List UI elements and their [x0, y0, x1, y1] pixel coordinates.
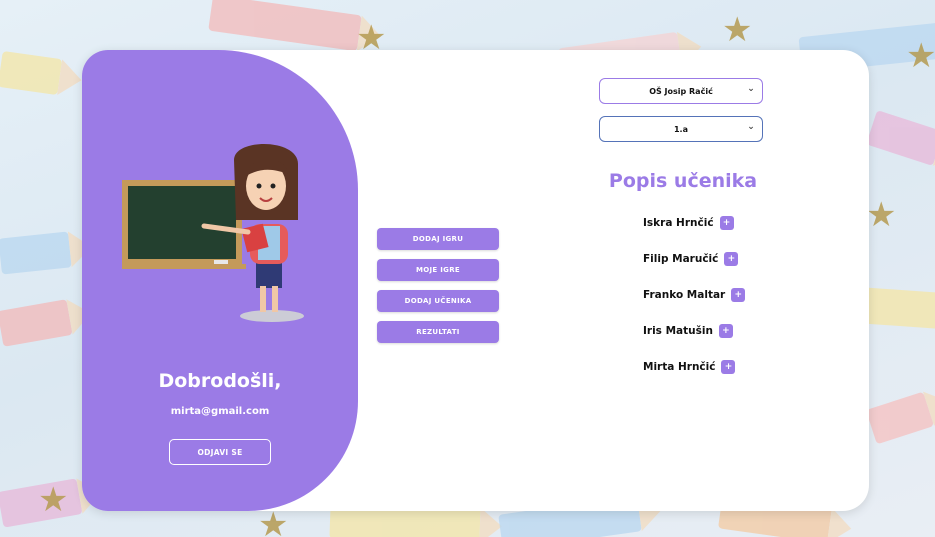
- welcome-heading: Dobrodošli,: [158, 370, 282, 392]
- class-select[interactable]: 1.a ⌄: [599, 116, 763, 142]
- main-card: Dobrodošli, mirta@gmail.com ODJAVI SE DO…: [82, 50, 869, 511]
- star-icon: ★: [906, 36, 935, 76]
- plus-icon: +: [722, 218, 731, 228]
- chevron-down-icon: ⌄: [747, 122, 755, 132]
- results-button[interactable]: REZULTATI: [377, 321, 499, 343]
- star-icon: ★: [866, 195, 897, 235]
- pencil-decoration: [208, 0, 362, 52]
- pencil-decoration: [866, 110, 935, 166]
- add-to-student-button[interactable]: +: [719, 216, 734, 230]
- user-email: mirta@gmail.com: [170, 406, 270, 417]
- welcome-panel: Dobrodošli, mirta@gmail.com ODJAVI SE: [82, 50, 358, 511]
- student-name: Iskra Hrnčić: [643, 217, 714, 229]
- student-name: Filip Maručić: [643, 253, 719, 265]
- student-row: Franko Maltar +: [643, 288, 746, 302]
- plus-icon: +: [722, 326, 730, 336]
- add-to-student-button[interactable]: +: [718, 324, 733, 338]
- student-row: Iskra Hrnčić +: [643, 216, 734, 230]
- plus-icon: +: [734, 290, 742, 300]
- school-select-value: OŠ Josip Račić: [649, 86, 713, 96]
- add-student-button[interactable]: DODAJ UČENIKA: [377, 290, 499, 312]
- pencil-decoration: [0, 50, 63, 96]
- add-to-student-button[interactable]: +: [731, 288, 746, 302]
- logout-button[interactable]: ODJAVI SE: [169, 439, 271, 465]
- my-games-button[interactable]: MOJE IGRE: [377, 259, 499, 281]
- star-icon: ★: [38, 480, 69, 520]
- plus-icon: +: [724, 362, 733, 372]
- plus-icon: +: [727, 254, 736, 264]
- student-list-title: Popis učenika: [608, 170, 758, 192]
- teacher-illustration: [122, 143, 304, 322]
- add-game-button[interactable]: DODAJ IGRU: [377, 228, 499, 250]
- pencil-decoration: [865, 391, 935, 445]
- student-row: Mirta Hrnčić +: [643, 360, 736, 374]
- action-menu: DODAJ IGRU MOJE IGRE DODAJ UČENIKA REZUL…: [377, 228, 499, 352]
- student-name: Iris Matušin: [643, 325, 713, 337]
- pencil-decoration: [0, 231, 72, 275]
- class-select-value: 1.a: [673, 124, 688, 134]
- student-row: Filip Maručić +: [643, 252, 739, 266]
- add-to-student-button[interactable]: +: [724, 252, 739, 266]
- student-name: Mirta Hrnčić: [643, 361, 716, 373]
- pencil-decoration: [0, 299, 73, 347]
- add-to-student-button[interactable]: +: [721, 360, 736, 374]
- chevron-down-icon: ⌄: [747, 84, 755, 94]
- pencil-decoration: [858, 287, 935, 329]
- school-select[interactable]: OŠ Josip Račić ⌄: [599, 78, 763, 104]
- student-name: Franko Maltar: [643, 289, 726, 301]
- star-icon: ★: [722, 10, 753, 50]
- student-row: Iris Matušin +: [643, 324, 733, 338]
